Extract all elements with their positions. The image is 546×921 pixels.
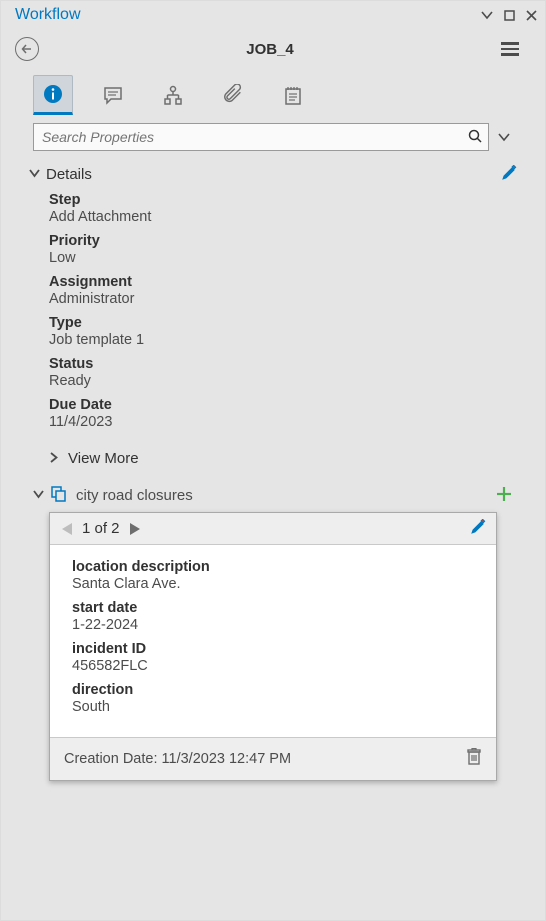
prev-record-button[interactable] [60,521,74,537]
field-value: South [72,699,474,715]
back-button[interactable] [15,37,39,61]
details-toggle[interactable] [29,167,40,182]
field-value: Job template 1 [49,332,497,348]
creation-date-text: Creation Date: 11/3/2023 12:47 PM [64,751,291,767]
related-toggle[interactable] [33,488,44,503]
layer-icon [50,485,68,506]
field-value: 11/4/2023 [49,414,497,430]
field-incident-id: incident ID 456582FLC [72,641,474,674]
field-value: Ready [49,373,497,389]
add-related-button[interactable] [495,485,513,506]
field-label: location description [72,559,474,575]
chevron-right-icon [49,451,58,466]
field-location: location description Santa Clara Ave. [72,559,474,592]
card-body: location description Santa Clara Ave. st… [50,545,496,737]
edit-record-button[interactable] [470,519,486,538]
field-label: Due Date [49,397,497,413]
field-assignment: Assignment Administrator [49,274,497,307]
search-icon[interactable] [468,129,482,146]
field-value: Santa Clara Ave. [72,576,474,592]
details-header: Details [1,161,545,192]
panel-header: Workflow [1,1,545,29]
search-box[interactable] [33,123,489,151]
field-value: 1-22-2024 [72,617,474,633]
card-nav: 1 of 2 [50,513,496,545]
panel-title: Workflow [15,6,473,24]
job-title: JOB_4 [39,41,501,58]
pager-text: 1 of 2 [82,520,120,537]
field-type: Type Job template 1 [49,315,497,348]
tab-comments[interactable] [93,75,133,115]
tab-diagram[interactable] [153,75,193,115]
field-status: Status Ready [49,356,497,389]
search-row [1,123,545,161]
field-label: start date [72,600,474,616]
field-value: 456582FLC [72,658,474,674]
field-label: direction [72,682,474,698]
field-start-date: start date 1-22-2024 [72,600,474,633]
related-card-wrap: 1 of 2 location description Santa Clara … [1,512,545,801]
field-value: Administrator [49,291,497,307]
tab-details[interactable] [33,75,73,115]
field-value: Low [49,250,497,266]
field-label: Priority [49,233,497,249]
tab-attachments[interactable] [213,75,253,115]
field-value: Add Attachment [49,209,497,225]
field-step: Step Add Attachment [49,192,497,225]
next-record-button[interactable] [128,521,142,537]
details-fields: Step Add Attachment Priority Low Assignm… [1,192,545,444]
field-priority: Priority Low [49,233,497,266]
tab-notes[interactable] [273,75,313,115]
field-label: Status [49,356,497,372]
menu-button[interactable] [501,42,525,56]
search-options-dropdown[interactable] [495,129,513,145]
related-title: city road closures [76,487,495,504]
job-nav-row: JOB_4 [1,29,545,69]
card-footer: Creation Date: 11/3/2023 12:47 PM [50,737,496,780]
related-card: 1 of 2 location description Santa Clara … [49,512,497,781]
view-more-button[interactable]: View More [1,444,545,477]
field-label: Type [49,315,497,331]
view-more-label: View More [68,450,139,467]
field-label: incident ID [72,641,474,657]
maximize-button[interactable] [501,7,517,23]
close-button[interactable] [523,7,539,23]
autohide-button[interactable] [479,7,495,23]
field-label: Step [49,192,497,208]
search-input[interactable] [40,128,468,146]
field-due-date: Due Date 11/4/2023 [49,397,497,430]
details-label: Details [46,166,501,183]
workflow-panel: Workflow JOB_4 [0,0,546,921]
related-header: city road closures [1,477,545,512]
delete-record-button[interactable] [466,748,482,770]
tab-strip [1,69,545,123]
field-label: Assignment [49,274,497,290]
field-direction: direction South [72,682,474,715]
edit-details-button[interactable] [501,165,517,184]
